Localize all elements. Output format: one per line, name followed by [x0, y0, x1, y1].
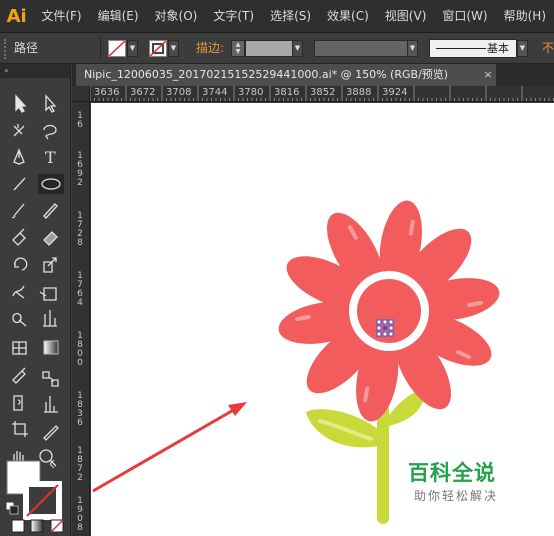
artboard-canvas[interactable]: 百科全说 助你轻松解决: [91, 103, 554, 536]
pen-tool-icon: [13, 148, 25, 165]
free-transform-tool-icon: [39, 287, 57, 301]
stroke-weight-dropdown-arrow[interactable]: ▼: [292, 40, 303, 57]
pencil-tool-icon: [43, 203, 58, 219]
direct-selection-tool-icon: [45, 94, 57, 113]
tools-panel-header[interactable]: «: [0, 64, 70, 78]
menu-bar: Ai 文件(F) 编辑(E) 对象(O) 文字(T) 选择(S) 效果(C) 视…: [0, 0, 554, 33]
watermark-subtitle: 助你轻松解决: [414, 489, 499, 503]
symbol-sprayer-tool-icon: [13, 395, 23, 411]
variable-width-dropdown-arrow[interactable]: ▼: [407, 40, 418, 57]
menu-select[interactable]: 选择(S): [262, 0, 319, 33]
ruler-v-label: 1908: [77, 496, 83, 533]
brush-style-label: 基本: [487, 42, 509, 55]
divider: [100, 38, 101, 59]
stroke-dropdown-arrow[interactable]: ▼: [168, 40, 179, 57]
variable-width-profile[interactable]: [314, 40, 408, 57]
default-colors-icon-back: [9, 505, 19, 515]
column-graph-tool-icon: [44, 396, 58, 413]
color-mode-icon: [11, 519, 25, 533]
perspective-tool-icon: [43, 310, 57, 327]
fill-swatch-icon: [108, 40, 126, 57]
eraser-tool-icon: [43, 231, 58, 246]
document-tab[interactable]: Nipic_12006035_20170215152529441000.ai* …: [76, 64, 496, 86]
warp-tool-icon: [12, 285, 25, 299]
menu-effect[interactable]: 效果(C): [319, 0, 377, 33]
ruler-v-label: 1836: [77, 391, 83, 428]
stroke-weight-label[interactable]: 描边:: [196, 33, 224, 64]
ruler-origin[interactable]: [72, 86, 90, 102]
ruler-h-label: 3888: [346, 87, 372, 98]
opacity-label[interactable]: 不: [542, 33, 554, 64]
menu-object[interactable]: 对象(O): [147, 0, 206, 33]
magic-wand-tool-icon: [13, 124, 25, 137]
ruler-h-label: 3744: [202, 87, 228, 98]
paintbrush-tool-icon: [12, 203, 25, 219]
ruler-v-label: 1692: [77, 151, 83, 188]
menu-edit[interactable]: 编辑(E): [90, 0, 147, 33]
fill-dropdown-arrow[interactable]: ▼: [127, 40, 138, 57]
lasso-tool-icon: [43, 124, 57, 140]
flower-petals: [278, 200, 500, 422]
type-tool-icon: T: [45, 148, 56, 167]
vertical-ruler[interactable]: 16 1692 1728 1764 1800 1836 1872 1908: [72, 102, 90, 536]
menu-view[interactable]: 视图(V): [377, 0, 435, 33]
scale-tool-icon: [43, 257, 57, 273]
menu-file[interactable]: 文件(F): [33, 0, 89, 33]
artboard-tool-icon: [12, 421, 28, 437]
fill-swatch[interactable]: [108, 40, 126, 57]
selection-tool-icon: [15, 94, 27, 113]
document-tab-bar: Nipic_12006035_20170215152529441000.ai* …: [72, 64, 554, 86]
app-logo: Ai: [6, 5, 27, 27]
ruler-v-label: 16: [77, 111, 83, 130]
control-bar: 路径 ▼ ▼ 描边: ▲ ▼ ▼ ▼ 基本 ▼ 不: [0, 33, 554, 64]
line-tool-icon: [13, 177, 26, 191]
annotation-arrow-line: [92, 406, 238, 493]
tools-panel: « T: [0, 64, 71, 536]
brush-stroke-preview: [436, 48, 486, 49]
ruler-v-label: 1800: [77, 331, 83, 368]
ruler-h-label: 3708: [166, 87, 192, 98]
ruler-h-label: 3816: [274, 87, 300, 98]
ruler-v-label: 1764: [77, 271, 83, 308]
zoom-tool-icon: [39, 449, 57, 467]
gradient-tool-icon: [43, 340, 59, 355]
eyedropper-tool-icon: [12, 367, 26, 384]
menu-help[interactable]: 帮助(H): [496, 0, 554, 33]
stroke-swatch-icon: [149, 40, 167, 57]
blob-brush-tool-icon: [12, 228, 26, 246]
mesh-tool-icon: [12, 341, 27, 355]
close-icon[interactable]: ×: [481, 64, 495, 86]
annotation-arrow-head: [228, 402, 247, 416]
brush-dropdown-arrow[interactable]: ▼: [517, 40, 528, 57]
panel-grip-icon[interactable]: [4, 39, 8, 59]
stroke-weight-stepper[interactable]: ▲ ▼: [231, 40, 245, 57]
blend-tool-icon: [42, 371, 59, 387]
ruler-h-label: 3924: [382, 87, 408, 98]
watermark-title: 百科全说: [408, 461, 496, 485]
ruler-h-label: 3852: [310, 87, 336, 98]
slice-tool-icon: [43, 425, 59, 441]
rotate-tool-icon: [14, 257, 28, 271]
gradient-mode-icon: [30, 519, 44, 533]
ruler-v-label: 1728: [77, 211, 83, 248]
ruler-h-label: 3636: [94, 87, 120, 98]
horizontal-ruler[interactable]: 3636 3672 3708 3744 3780 3816 3852 3888 …: [90, 86, 554, 102]
tools-grid: T: [5, 94, 64, 533]
document-tab-title: Nipic_12006035_20170215152529441000.ai* …: [84, 68, 449, 81]
stroke-swatch[interactable]: [149, 40, 167, 57]
shape-builder-tool-icon: [12, 312, 27, 327]
menu-type[interactable]: 文字(T): [205, 0, 262, 33]
menu-window[interactable]: 窗口(W): [434, 0, 495, 33]
ruler-h-label: 3780: [238, 87, 264, 98]
ruler-h-label: 3672: [130, 87, 156, 98]
selection-type-label: 路径: [14, 41, 39, 55]
ruler-v-label: 1872: [77, 446, 83, 483]
stroke-weight-input[interactable]: [245, 40, 293, 57]
illustrator-window: Ai 文件(F) 编辑(E) 对象(O) 文字(T) 选择(S) 效果(C) 视…: [0, 0, 554, 536]
brush-definition-select[interactable]: 基本: [429, 39, 517, 58]
